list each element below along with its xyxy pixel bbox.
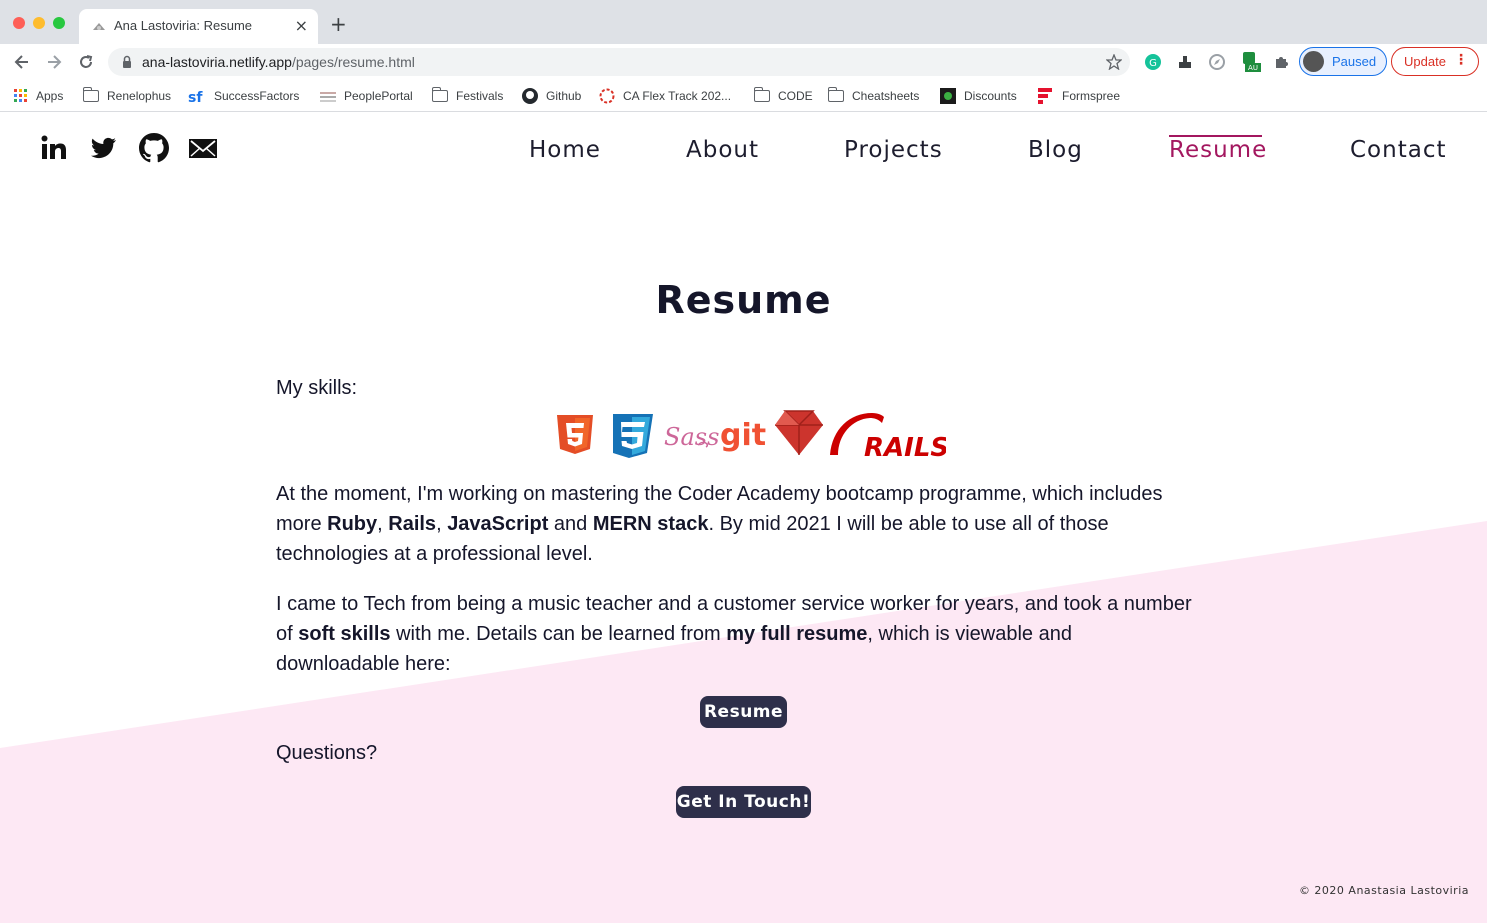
back-icon[interactable] bbox=[12, 52, 32, 72]
email-icon[interactable] bbox=[188, 133, 218, 163]
github-icon[interactable] bbox=[138, 132, 170, 164]
questions-label: Questions? bbox=[276, 742, 378, 764]
nav-projects[interactable]: Projects bbox=[844, 137, 943, 163]
ca-icon bbox=[599, 88, 615, 104]
apps-grid-icon bbox=[14, 89, 27, 102]
bookmark-peopleportal[interactable]: PeoplePortal bbox=[320, 86, 413, 106]
svg-text:sf: sf bbox=[188, 90, 203, 104]
svg-text:RAILS: RAILS bbox=[864, 433, 946, 461]
twitter-icon[interactable] bbox=[88, 133, 118, 163]
more-menu-icon: ⋮ bbox=[1454, 52, 1468, 68]
bookmarks-bar: Apps Renelophus sf SuccessFactors People… bbox=[0, 80, 1487, 112]
new-tab-button[interactable]: + bbox=[330, 14, 347, 34]
profile-paused-button[interactable]: Paused bbox=[1299, 47, 1387, 76]
extension-download-icon[interactable] bbox=[1177, 54, 1193, 70]
minimize-window-button[interactable] bbox=[33, 17, 45, 29]
nav-contact[interactable]: Contact bbox=[1350, 137, 1446, 163]
update-label: Update bbox=[1404, 54, 1446, 69]
forward-icon[interactable] bbox=[44, 52, 64, 72]
intro-paragraph: At the moment, I'm working on mastering … bbox=[276, 483, 1163, 565]
get-in-touch-button[interactable]: Get In Touch! bbox=[676, 786, 811, 818]
bookmark-apps[interactable]: Apps bbox=[14, 86, 63, 106]
bookmark-star-icon[interactable] bbox=[1106, 54, 1122, 70]
reload-icon[interactable] bbox=[76, 52, 96, 72]
tab-strip: Ana Lastoviria: Resume × + bbox=[0, 0, 1487, 44]
maximize-window-button[interactable] bbox=[53, 17, 65, 29]
bookmark-github[interactable]: Github bbox=[522, 86, 581, 106]
browser-tab[interactable]: Ana Lastoviria: Resume × bbox=[79, 9, 318, 44]
web-page: Home About Projects Blog Resume Contact … bbox=[0, 113, 1487, 923]
page-title: Resume bbox=[655, 278, 832, 322]
bookmark-ca-flex-track[interactable]: CA Flex Track 202... bbox=[599, 86, 731, 106]
folder-icon bbox=[82, 87, 99, 102]
close-window-button[interactable] bbox=[13, 17, 25, 29]
bookmark-code[interactable]: CODE bbox=[753, 86, 813, 106]
svg-text:Sass: Sass bbox=[664, 423, 719, 451]
formspree-icon bbox=[1038, 88, 1052, 104]
tab-title: Ana Lastoviria: Resume bbox=[114, 18, 253, 33]
bookmark-successfactors[interactable]: sf SuccessFactors bbox=[188, 86, 299, 106]
rails-logo: RAILS bbox=[830, 413, 946, 461]
extension-au-icon[interactable]: AU bbox=[1243, 52, 1261, 72]
folder-icon bbox=[827, 87, 844, 102]
profile-paused-label: Paused bbox=[1332, 54, 1377, 69]
site-favicon-icon bbox=[93, 23, 105, 30]
ruby-logo bbox=[775, 410, 823, 455]
profile-avatar bbox=[1303, 51, 1324, 72]
bookmark-festivals[interactable]: Festivals bbox=[431, 86, 503, 106]
browser-toolbar: ana-lastoviria.netlify.app/pages/resume.… bbox=[0, 44, 1487, 80]
extensions-puzzle-icon[interactable] bbox=[1273, 54, 1289, 70]
bookmark-formspree[interactable]: Formspree bbox=[1038, 86, 1120, 106]
footer-copyright: © 2020 Anastasia Lastoviria bbox=[1298, 884, 1469, 897]
successfactors-icon: sf bbox=[188, 90, 203, 104]
svg-text:git: git bbox=[720, 418, 766, 453]
sass-logo: Sass bbox=[664, 423, 719, 451]
url-text: ana-lastoviria.netlify.app/pages/resume.… bbox=[142, 54, 415, 70]
folder-icon bbox=[753, 87, 770, 102]
skills-label: My skills: bbox=[276, 377, 358, 399]
resume-download-button[interactable]: Resume bbox=[700, 696, 787, 728]
nav-about[interactable]: About bbox=[686, 137, 759, 163]
bookmark-cheatsheets[interactable]: Cheatsheets bbox=[827, 86, 919, 106]
svg-text:G: G bbox=[1149, 58, 1157, 69]
nav-home[interactable]: Home bbox=[529, 137, 601, 163]
grammarly-icon[interactable]: G bbox=[1145, 54, 1161, 70]
bookmark-renelophus[interactable]: Renelophus bbox=[82, 86, 171, 106]
nav-blog[interactable]: Blog bbox=[1028, 137, 1083, 163]
discounts-icon bbox=[940, 88, 956, 104]
svg-text:AU: AU bbox=[1248, 64, 1258, 72]
nav-resume[interactable]: Resume bbox=[1169, 137, 1267, 163]
extension-compass-icon[interactable] bbox=[1209, 54, 1225, 70]
html5-logo bbox=[557, 415, 593, 454]
address-bar[interactable]: ana-lastoviria.netlify.app/pages/resume.… bbox=[108, 48, 1130, 76]
github-icon bbox=[522, 88, 538, 104]
folder-icon bbox=[431, 87, 448, 102]
background-paragraph: I came to Tech from being a music teache… bbox=[276, 593, 1192, 675]
css3-logo bbox=[613, 414, 653, 458]
close-tab-icon[interactable]: × bbox=[295, 16, 308, 35]
linkedin-icon[interactable] bbox=[39, 133, 69, 163]
skills-logos: Sass git RAILS bbox=[557, 410, 946, 461]
lock-icon bbox=[123, 55, 131, 68]
peopleportal-icon bbox=[320, 92, 336, 102]
update-button[interactable]: Update ⋮ bbox=[1391, 47, 1479, 76]
git-logo: git bbox=[720, 418, 766, 453]
bookmark-discounts[interactable]: Discounts bbox=[940, 86, 1017, 106]
